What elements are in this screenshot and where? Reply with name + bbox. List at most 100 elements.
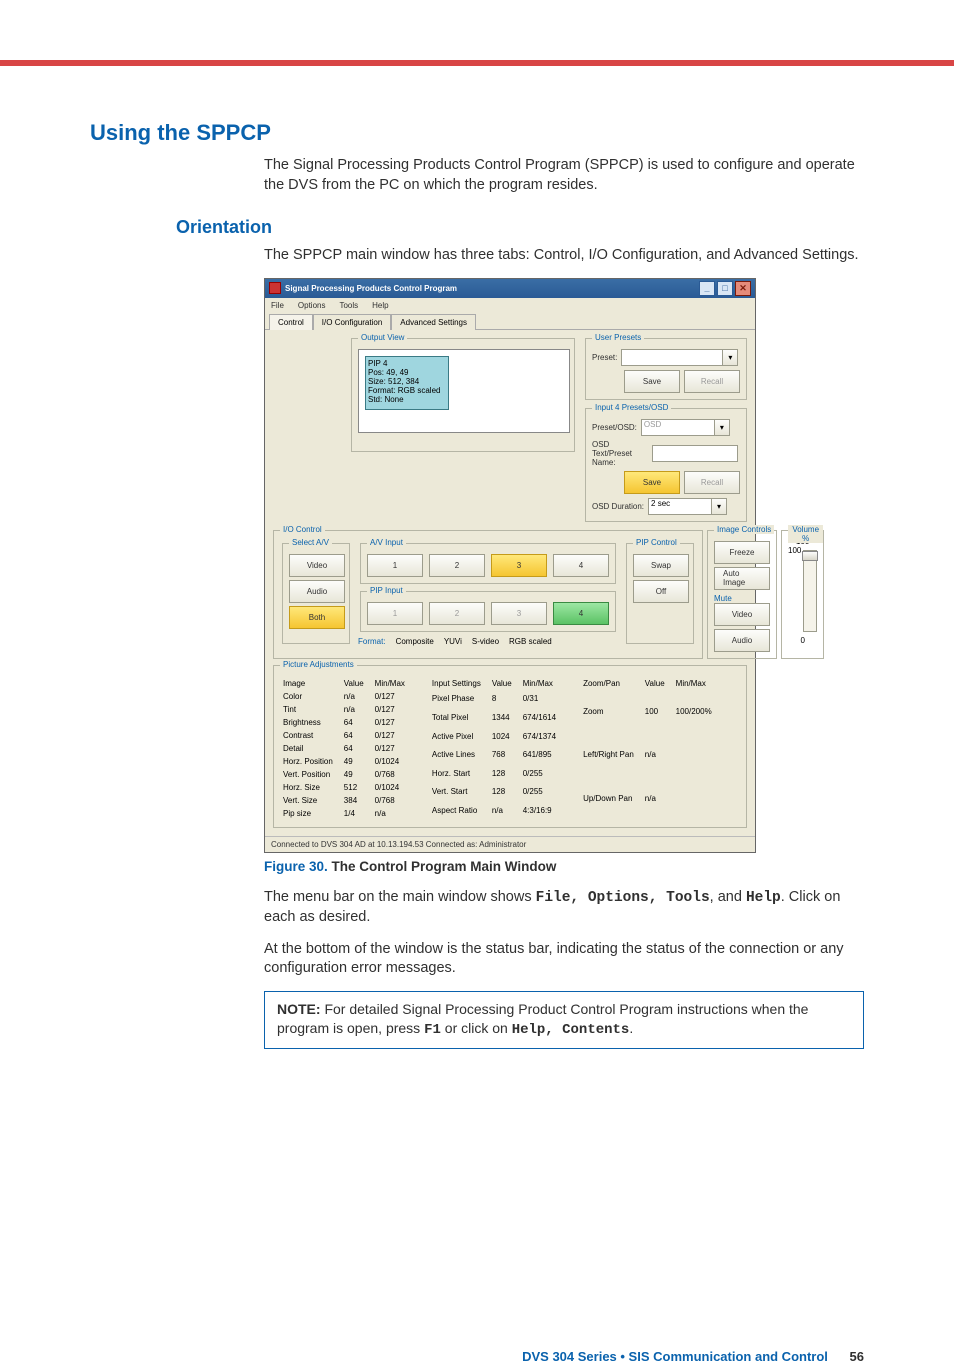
av-input-4[interactable]: 4 <box>553 554 609 577</box>
footer-page-number: 56 <box>850 1349 864 1364</box>
osd-name-input[interactable] <box>652 445 738 462</box>
mute-audio-button[interactable]: Audio <box>714 629 770 652</box>
preset-osd-dropdown[interactable]: OSD <box>641 419 715 436</box>
output-view-canvas: PIP 4 Pos: 49, 49 Size: 512, 384 Format:… <box>358 349 570 433</box>
av-input-3[interactable]: 3 <box>491 554 547 577</box>
select-video-button[interactable]: Video <box>289 554 345 577</box>
table-row: Aspect Ration/a4:3/16:9 <box>431 802 564 819</box>
table-row: Contrast640/127 <box>282 730 413 741</box>
note-box: NOTE: For detailed Signal Processing Pro… <box>264 991 864 1049</box>
av-input-group: A/V Input 1 2 3 4 <box>360 543 616 584</box>
pip-input-4[interactable]: 4 <box>553 602 609 625</box>
table-row: Pixel Phase80/31 <box>431 691 564 708</box>
close-button[interactable]: ✕ <box>735 281 751 296</box>
pip-control-group: PIP Control Swap Off <box>626 543 694 644</box>
preset-recall-button[interactable]: Recall <box>684 370 740 393</box>
input-settings-table: Input Settings Value Min/Max Pixel Phase… <box>429 676 566 821</box>
pip-swap-button[interactable]: Swap <box>633 554 689 577</box>
chevron-down-icon[interactable]: ▾ <box>715 419 730 436</box>
table-row: Zoom100100/200% <box>582 691 720 732</box>
input4-presets-group: Input 4 Presets/OSD Preset/OSD: OSD▾ OSD… <box>585 408 747 522</box>
table-row: Vert. Size3840/768 <box>282 795 413 806</box>
chevron-down-icon[interactable]: ▾ <box>723 349 738 366</box>
freeze-button[interactable]: Freeze <box>714 541 770 564</box>
intro-paragraph: The Signal Processing Products Control P… <box>264 156 864 195</box>
table-row: Horz. Size5120/1024 <box>282 782 413 793</box>
image-controls-group: Image Controls Freeze Auto Image Mute Vi… <box>707 530 777 659</box>
table-row: Detail640/127 <box>282 743 413 754</box>
subsection-heading: Orientation <box>176 217 864 238</box>
image-table: Image Value Min/Max Colorn/a0/127Tintn/a… <box>280 676 415 821</box>
table-row: Horz. Start1280/255 <box>431 765 564 782</box>
input4-recall-button[interactable]: Recall <box>684 471 740 494</box>
status-bar: Connected to DVS 304 AD at 10.13.194.53 … <box>265 836 755 852</box>
output-view-legend: Output View <box>358 333 407 342</box>
picture-adjustments-group: Picture Adjustments Image Value Min/Max … <box>273 665 747 828</box>
table-row: Left/Right Pann/a <box>582 734 720 775</box>
tabstrip: Control I/O Configuration Advanced Setti… <box>265 313 755 330</box>
pip-preview: PIP 4 Pos: 49, 49 Size: 512, 384 Format:… <box>365 356 449 410</box>
document-page: Using the SPPCP The Signal Processing Pr… <box>0 66 954 1089</box>
volume-group: Volume % 100 100 0 <box>781 530 824 659</box>
window-titlebar: Signal Processing Products Control Progr… <box>265 279 755 298</box>
menu-tools[interactable]: Tools <box>339 301 358 310</box>
table-row: Tintn/a0/127 <box>282 704 413 715</box>
menu-help[interactable]: Help <box>372 301 388 310</box>
table-row: Horz. Position490/1024 <box>282 756 413 767</box>
volume-current-value: 100 <box>788 546 801 555</box>
volume-slider[interactable] <box>803 550 817 632</box>
table-row: Vert. Position490/768 <box>282 769 413 780</box>
auto-image-button[interactable]: Auto Image <box>714 567 770 590</box>
footer-title: DVS 304 Series • SIS Communication and C… <box>522 1349 828 1364</box>
pip-input-2[interactable]: 2 <box>429 602 485 625</box>
orientation-paragraph: The SPPCP main window has three tabs: Co… <box>264 246 864 266</box>
chevron-down-icon[interactable]: ▾ <box>712 498 727 515</box>
table-row: Active Lines768641/895 <box>431 746 564 763</box>
app-icon <box>269 282 281 294</box>
user-presets-group: User Presets Preset: ▾ Save Recall <box>585 338 747 400</box>
av-input-1[interactable]: 1 <box>367 554 423 577</box>
page-footer: DVS 304 Series • SIS Communication and C… <box>0 1349 954 1364</box>
pip-input-1[interactable]: 1 <box>367 602 423 625</box>
output-view-group: Output View PIP 4 Pos: 49, 49 Size: 512,… <box>351 338 575 452</box>
table-row: Brightness640/127 <box>282 717 413 728</box>
paragraph-statusbar-desc: At the bottom of the window is the statu… <box>264 940 864 979</box>
maximize-button[interactable]: □ <box>717 281 733 296</box>
tab-io-configuration[interactable]: I/O Configuration <box>313 314 391 330</box>
osd-duration-dropdown[interactable]: 2 sec <box>648 498 712 515</box>
table-row: Active Pixel1024674/1374 <box>431 728 564 745</box>
table-row: Total Pixel1344674/1614 <box>431 709 564 726</box>
preset-label: Preset: <box>592 353 617 362</box>
select-av-group: Select A/V Video Audio Both <box>282 543 350 644</box>
figure-caption: Figure 30. The Control Program Main Wind… <box>264 859 864 874</box>
slider-thumb-icon[interactable] <box>802 551 818 561</box>
pip-input-3[interactable]: 3 <box>491 602 547 625</box>
preset-save-button[interactable]: Save <box>624 370 680 393</box>
paragraph-menubar-desc: The menu bar on the main window shows Fi… <box>264 888 864 928</box>
select-audio-button[interactable]: Audio <box>289 580 345 603</box>
select-both-button[interactable]: Both <box>289 606 345 629</box>
input4-save-button[interactable]: Save <box>624 471 680 494</box>
volume-bottom-value: 0 <box>788 636 817 645</box>
zoom-pan-table: Zoom/Pan Value Min/Max Zoom100100/200%Le… <box>580 676 722 821</box>
window-body: Output View PIP 4 Pos: 49, 49 Size: 512,… <box>265 330 755 836</box>
table-row: Up/Down Pann/a <box>582 777 720 818</box>
table-row: Vert. Start1280/255 <box>431 784 564 801</box>
menubar: File Options Tools Help <box>265 298 755 313</box>
preset-dropdown[interactable] <box>621 349 723 366</box>
pip-input-group: PIP Input 1 2 3 4 <box>360 591 616 632</box>
window-title: Signal Processing Products Control Progr… <box>285 284 457 293</box>
tab-control[interactable]: Control <box>269 314 313 330</box>
pip-off-button[interactable]: Off <box>633 580 689 603</box>
menu-options[interactable]: Options <box>298 301 326 310</box>
menu-file[interactable]: File <box>271 301 284 310</box>
mute-video-button[interactable]: Video <box>714 603 770 626</box>
table-row: Pip size1/4n/a <box>282 808 413 819</box>
minimize-button[interactable]: _ <box>699 281 715 296</box>
io-control-group: I/O Control Select A/V Video Audio Both <box>273 530 703 659</box>
av-input-2[interactable]: 2 <box>429 554 485 577</box>
screenshot-window: Signal Processing Products Control Progr… <box>264 278 756 853</box>
table-row: Colorn/a0/127 <box>282 691 413 702</box>
section-heading: Using the SPPCP <box>90 120 864 146</box>
tab-advanced-settings[interactable]: Advanced Settings <box>391 314 476 330</box>
